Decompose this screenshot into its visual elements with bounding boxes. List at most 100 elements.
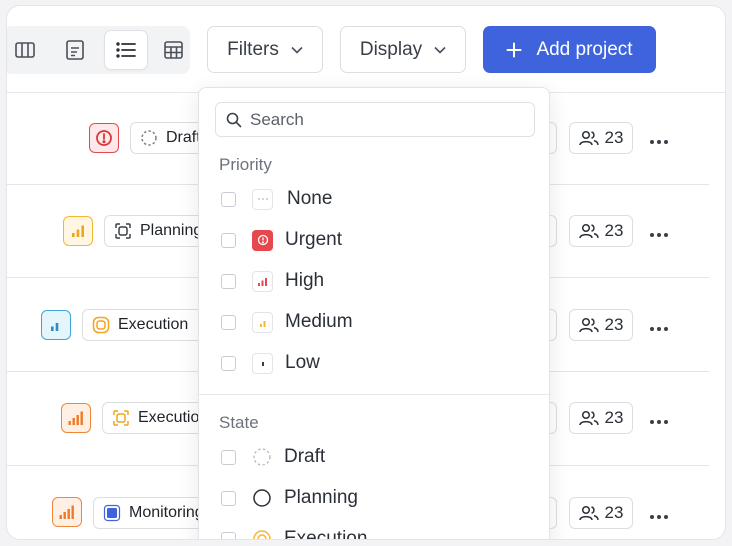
search-icon: [226, 112, 242, 127]
checkbox[interactable]: [221, 232, 236, 248]
checkbox[interactable]: [221, 490, 236, 506]
users-icon: [578, 505, 599, 521]
draft-state-icon: [253, 448, 271, 466]
checkbox[interactable]: [221, 449, 236, 465]
state-chip[interactable]: Monitoring: [93, 497, 210, 529]
planning-state-icon: [253, 489, 271, 507]
none-priority-icon: [252, 188, 273, 210]
board-view-icon: [15, 42, 35, 58]
state-option-planning[interactable]: Planning: [221, 483, 358, 513]
section-divider: [199, 394, 549, 395]
option-label: Urgent: [285, 229, 343, 250]
draft-state-icon: [141, 130, 157, 146]
filters-dropdown: Priority None Urgent High: [198, 87, 550, 540]
priority-high-badge[interactable]: [61, 403, 91, 433]
signal-bars-icon: [72, 225, 84, 237]
priority-low-badge[interactable]: [41, 310, 71, 340]
users-icon: [578, 410, 599, 426]
members-badge[interactable]: 23: [569, 497, 633, 529]
board-view-button[interactable]: [7, 30, 47, 70]
planning-state-icon: [115, 223, 131, 239]
members-count: 23: [604, 503, 624, 522]
filters-button[interactable]: Filters: [207, 26, 323, 73]
execution-state-icon: [253, 530, 271, 539]
display-button[interactable]: Display: [340, 26, 466, 73]
option-label: Planning: [284, 487, 358, 508]
signal-bars-icon: [51, 323, 59, 331]
list-view-icon: [116, 42, 136, 58]
members-badge[interactable]: 23: [569, 215, 633, 247]
display-label: Display: [359, 38, 423, 60]
users-icon: [578, 130, 599, 146]
checkbox[interactable]: [221, 355, 236, 371]
members-count: 23: [604, 408, 624, 427]
state-section-title: State: [219, 413, 259, 432]
members-badge[interactable]: 23: [569, 122, 633, 154]
priority-high-badge[interactable]: [52, 497, 82, 527]
signal-bars-icon: [59, 505, 74, 519]
document-view-button[interactable]: [53, 30, 97, 70]
medium-priority-icon: [252, 311, 273, 333]
low-priority-icon: [252, 352, 273, 374]
document-view-icon: [66, 40, 84, 60]
state-label: Draft: [166, 129, 201, 146]
filters-label: Filters: [227, 38, 279, 60]
table-view-button[interactable]: [151, 30, 195, 70]
priority-option-urgent[interactable]: Urgent: [221, 225, 342, 255]
priority-high-badge[interactable]: [63, 216, 93, 246]
execution-state-icon: [92, 316, 110, 334]
projects-list-view: Filters Display Add project Draft 23 Pla…: [6, 5, 726, 540]
urgent-icon: [96, 130, 112, 146]
users-icon: [578, 223, 599, 239]
checkbox[interactable]: [221, 531, 236, 539]
signal-bars-icon: [68, 411, 83, 425]
more-options-button[interactable]: [647, 317, 671, 341]
search-input[interactable]: [250, 109, 520, 130]
priority-urgent-badge[interactable]: [89, 123, 119, 153]
more-options-button[interactable]: [647, 130, 671, 154]
table-view-icon: [163, 41, 183, 59]
state-chip[interactable]: Planning: [104, 215, 210, 247]
priority-option-low[interactable]: Low: [221, 348, 320, 378]
view-switcher: [7, 26, 190, 74]
state-option-draft[interactable]: Draft: [221, 442, 325, 472]
state-option-execution[interactable]: Execution: [221, 524, 368, 540]
checkbox[interactable]: [221, 314, 236, 330]
members-count: 23: [604, 221, 624, 240]
urgent-icon: [252, 229, 273, 251]
option-label: Execution: [284, 528, 368, 540]
members-badge[interactable]: 23: [569, 309, 633, 341]
execution-state-icon: [113, 410, 129, 426]
more-options-button[interactable]: [647, 505, 671, 529]
option-label: Draft: [284, 446, 326, 467]
state-label: Planning: [140, 222, 203, 239]
priority-option-medium[interactable]: Medium: [221, 307, 353, 337]
members-count: 23: [604, 315, 624, 334]
option-label: Low: [285, 352, 320, 373]
priority-section-title: Priority: [219, 155, 272, 174]
priority-option-none[interactable]: None: [221, 184, 332, 214]
option-label: High: [285, 270, 325, 291]
high-priority-icon: [252, 270, 273, 292]
state-label: Monitoring: [129, 504, 204, 521]
checkbox[interactable]: [221, 191, 236, 207]
state-chip[interactable]: Execution: [82, 309, 210, 341]
add-project-button[interactable]: Add project: [483, 26, 656, 73]
more-options-button[interactable]: [647, 223, 671, 247]
option-label: Medium: [285, 311, 353, 332]
members-count: 23: [604, 128, 624, 147]
filter-search[interactable]: [215, 102, 535, 137]
state-label: Execution: [118, 316, 189, 333]
more-options-button[interactable]: [647, 410, 671, 434]
chevron-down-icon: [434, 46, 446, 54]
priority-option-high[interactable]: High: [221, 266, 324, 296]
chevron-down-icon: [291, 46, 303, 54]
state-chip[interactable]: Execution: [102, 402, 210, 434]
members-badge[interactable]: 23: [569, 402, 633, 434]
list-view-button[interactable]: [104, 30, 148, 70]
users-icon: [578, 317, 599, 333]
plus-icon: [506, 42, 522, 57]
add-project-label: Add project: [536, 38, 633, 60]
checkbox[interactable]: [221, 273, 236, 289]
monitoring-state-icon: [103, 504, 121, 522]
